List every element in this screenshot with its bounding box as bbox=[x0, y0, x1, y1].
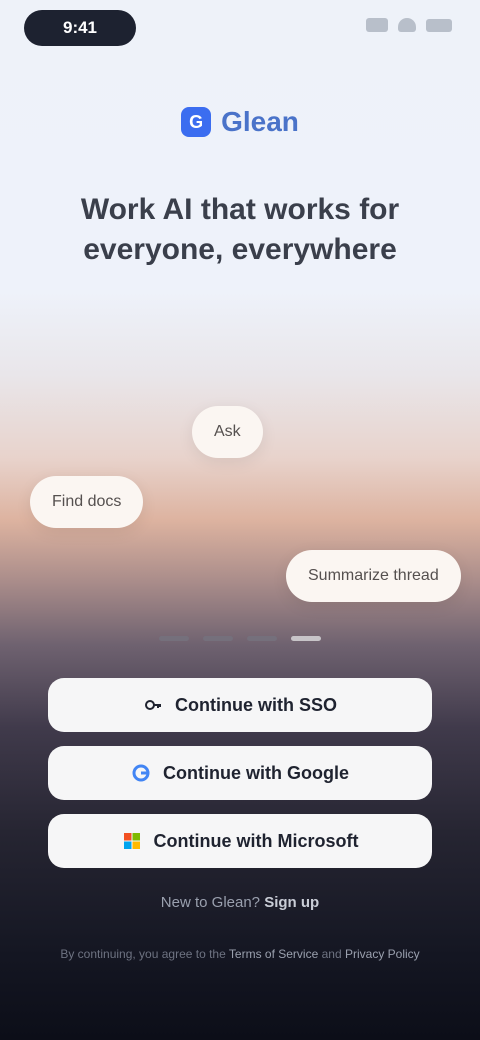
brand-logo-icon: G bbox=[181, 107, 212, 137]
google-icon bbox=[131, 763, 151, 783]
legal-prefix: By continuing, you agree to the bbox=[60, 947, 226, 961]
continue-sso-button[interactable]: Continue with SSO bbox=[48, 678, 432, 732]
legal-and: and bbox=[321, 947, 342, 961]
terms-link[interactable]: Terms of Service bbox=[229, 947, 318, 961]
brand-name: Glean bbox=[221, 106, 299, 137]
feature-chip-find: Find docs bbox=[30, 476, 144, 528]
status-bar: 9:41 bbox=[0, 0, 480, 60]
signup-link[interactable]: Sign up bbox=[264, 894, 319, 911]
signup-row: New to Glean? Sign up bbox=[0, 894, 480, 911]
microsoft-icon bbox=[122, 831, 142, 851]
carousel-dot[interactable] bbox=[203, 636, 233, 641]
brand: G Glean bbox=[0, 106, 480, 138]
legal-text: By continuing, you agree to the Terms of… bbox=[50, 944, 430, 964]
status-icons bbox=[366, 18, 452, 32]
carousel-dot[interactable] bbox=[247, 636, 277, 641]
continue-sso-label: Continue with SSO bbox=[175, 694, 337, 715]
continue-google-button[interactable]: Continue with Google bbox=[48, 746, 432, 800]
status-time: 9:41 bbox=[24, 10, 136, 46]
signup-prompt: New to Glean? bbox=[160, 894, 261, 911]
headline: Work AI that works for everyone, everywh… bbox=[80, 193, 400, 266]
continue-google-label: Continue with Google bbox=[163, 762, 349, 783]
signal-icon bbox=[366, 18, 388, 32]
carousel-dot[interactable] bbox=[159, 636, 189, 641]
feature-chip-ask: Ask bbox=[192, 406, 263, 458]
key-icon bbox=[143, 695, 163, 715]
battery-icon bbox=[426, 18, 452, 32]
carousel-indicator[interactable] bbox=[0, 636, 480, 641]
wifi-icon bbox=[398, 18, 416, 32]
privacy-link[interactable]: Privacy Policy bbox=[345, 947, 420, 961]
continue-microsoft-label: Continue with Microsoft bbox=[153, 830, 359, 851]
continue-microsoft-button[interactable]: Continue with Microsoft bbox=[48, 814, 432, 868]
feature-chip-summarize: Summarize thread bbox=[286, 550, 461, 602]
carousel-dot-active[interactable] bbox=[291, 636, 321, 641]
